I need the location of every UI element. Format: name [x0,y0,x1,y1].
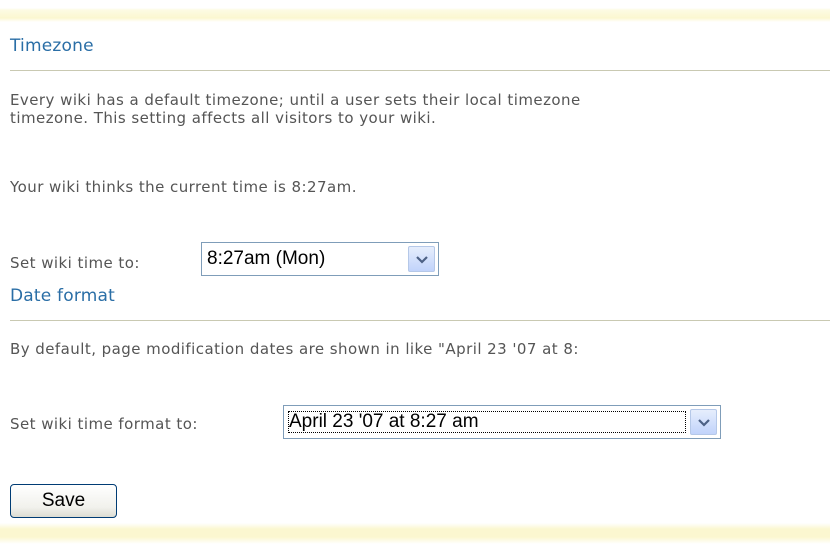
wiki-time-format-select-arrow[interactable] [690,409,717,435]
wiki-settings-page: Timezone Every wiki has a default timezo… [0,0,830,544]
timezone-heading: Timezone [10,36,94,56]
set-wiki-time-format-label: Set wiki time format to: [10,415,198,433]
top-highlight-band [0,0,830,22]
wiki-time-format-select[interactable]: April 23 '07 at 8:27 am [283,405,721,439]
chevron-down-icon [415,255,428,264]
wiki-time-select-value: 8:27am (Mon) [207,248,326,269]
bottom-highlight-band [0,523,830,544]
wiki-time-format-select-value: April 23 '07 at 8:27 am [286,409,688,435]
timezone-description-line-1: Every wiki has a default timezone; until… [10,91,581,109]
timezone-divider [10,70,830,71]
date-format-description: By default, page modification dates are … [10,340,579,358]
current-time-text: Your wiki thinks the current time is 8:2… [10,178,357,196]
date-format-heading: Date format [10,286,115,306]
chevron-down-icon [697,418,710,427]
wiki-time-select-arrow[interactable] [408,246,435,272]
set-wiki-time-label: Set wiki time to: [10,254,140,272]
timezone-description-line-2: timezone. This setting affects all visit… [10,109,437,127]
date-format-divider [10,320,830,321]
save-button[interactable]: Save [10,484,117,518]
wiki-time-select[interactable]: 8:27am (Mon) [201,242,439,276]
